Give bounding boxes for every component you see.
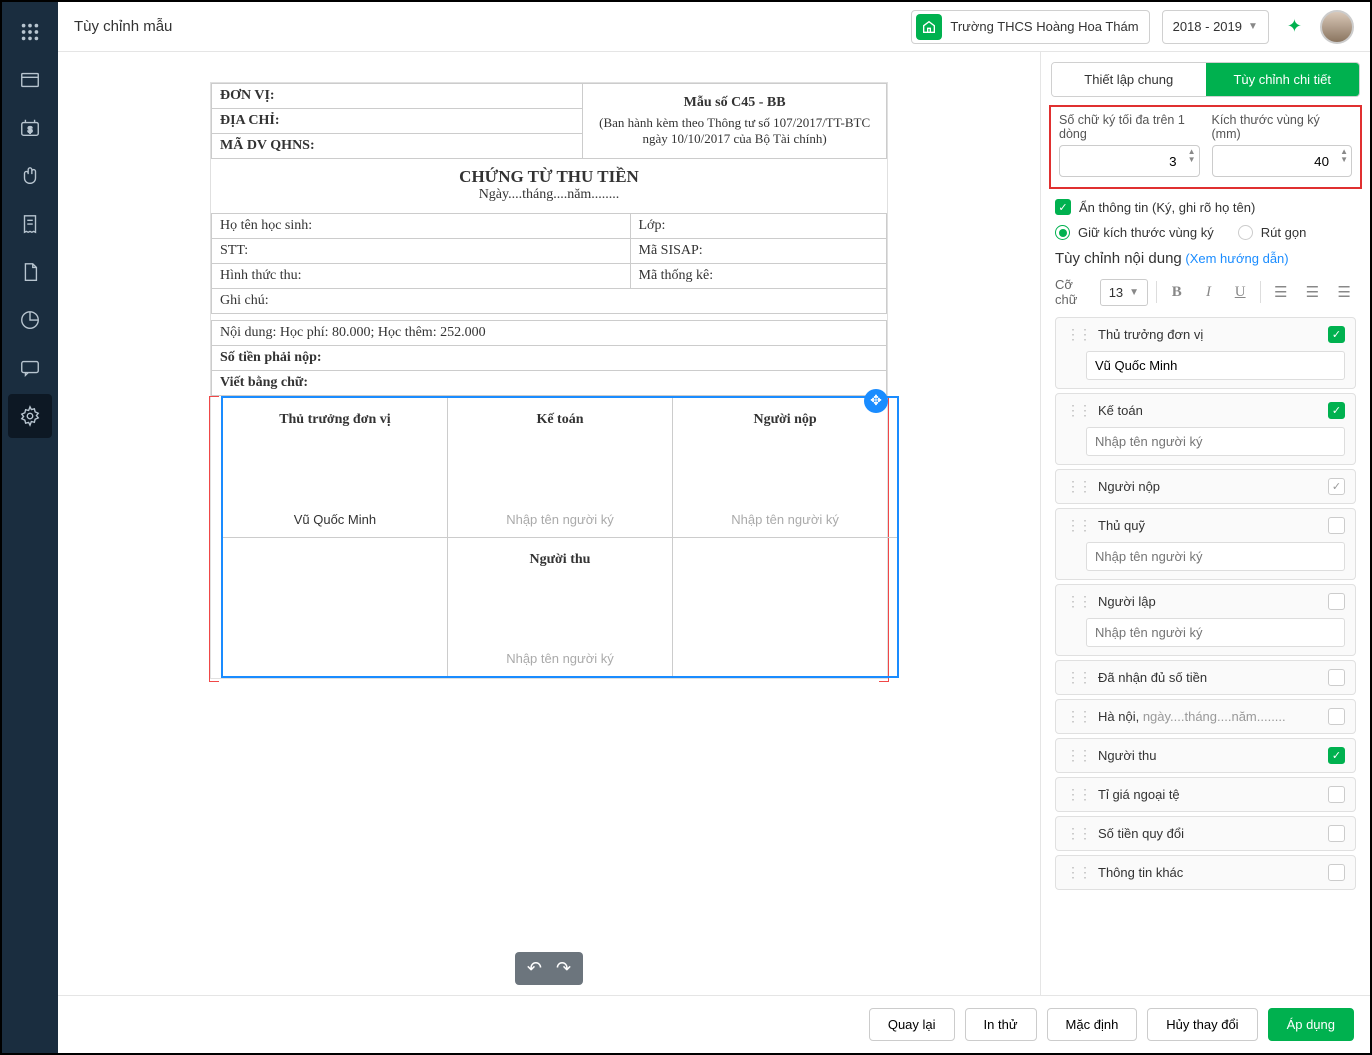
cancel-button[interactable]: Hủy thay đổi [1147, 1008, 1257, 1041]
align-center-button[interactable]: ☰ [1301, 278, 1325, 306]
item-checkbox[interactable] [1328, 517, 1345, 534]
guide-link[interactable]: (Xem hướng dẫn) [1185, 251, 1288, 266]
back-button[interactable]: Quay lại [869, 1008, 955, 1041]
item-checkbox[interactable]: ✓ [1328, 326, 1345, 343]
stepper-icon[interactable]: ▲▼ [1340, 148, 1348, 164]
shrink-radio[interactable] [1238, 225, 1253, 240]
school-icon [916, 14, 942, 40]
left-sidebar: $ [2, 2, 58, 1053]
dashboard-icon[interactable] [8, 58, 52, 102]
signer-name-input[interactable] [1086, 618, 1345, 647]
panel-tabs: Thiết lập chung Tùy chỉnh chi tiết [1051, 62, 1360, 97]
signature-item: ⋮⋮Tỉ giá ngoại tệ [1055, 777, 1356, 812]
signature-block[interactable]: ✥ Thủ trưởng đơn vịVũ Quốc Minh Kế toánN… [210, 396, 888, 678]
signer-name-input[interactable] [1086, 351, 1345, 380]
topbar: Tùy chỉnh mẫu Trường THCS Hoàng Hoa Thám… [58, 2, 1370, 52]
undo-redo-toolbar: ↶ ↷ [515, 952, 583, 985]
document-preview: ĐƠN VỊ: Mẫu số C45 - BB (Ban hành kèm th… [210, 82, 888, 679]
drag-handle-icon[interactable]: ⋮⋮ [1066, 864, 1090, 881]
item-checkbox[interactable]: ✓ [1328, 478, 1345, 495]
chart-icon[interactable] [8, 298, 52, 342]
item-checkbox[interactable]: ✓ [1328, 747, 1345, 764]
item-checkbox[interactable] [1328, 864, 1345, 881]
item-checkbox[interactable]: ✓ [1328, 402, 1345, 419]
drag-handle-icon[interactable]: ⋮⋮ [1066, 402, 1090, 419]
align-right-button[interactable]: ☰ [1332, 278, 1356, 306]
hide-info-checkbox[interactable]: ✓ [1055, 199, 1071, 215]
signer-name-input[interactable] [1086, 542, 1345, 571]
school-selector[interactable]: Trường THCS Hoàng Hoa Thám [911, 10, 1149, 44]
signature-size-input[interactable] [1212, 145, 1353, 177]
settings-icon[interactable] [8, 394, 52, 438]
chat-icon[interactable] [8, 346, 52, 390]
signature-item: ⋮⋮Người lập [1055, 584, 1356, 656]
drag-handle-icon[interactable]: ⋮⋮ [1066, 517, 1090, 534]
undo-icon[interactable]: ↶ [527, 958, 542, 979]
footer: Quay lại In thử Mặc định Hủy thay đổi Áp… [58, 995, 1370, 1053]
highlighted-settings: Số chữ ký tối đa trên 1 dòng ▲▼ Kích thư… [1049, 105, 1362, 189]
chevron-down-icon: ▼ [1248, 21, 1258, 32]
item-checkbox[interactable] [1328, 708, 1345, 725]
side-panel: Thiết lập chung Tùy chỉnh chi tiết Số ch… [1040, 52, 1370, 995]
signature-item: ⋮⋮Người nộp✓ [1055, 469, 1356, 504]
signature-item: ⋮⋮Kế toán✓ [1055, 393, 1356, 465]
receipt-icon[interactable] [8, 202, 52, 246]
apply-button[interactable]: Áp dụng [1268, 1008, 1354, 1041]
max-signatures-input[interactable] [1059, 145, 1200, 177]
move-handle-icon[interactable]: ✥ [864, 389, 888, 413]
drag-handle-icon[interactable]: ⋮⋮ [1066, 825, 1090, 842]
stepper-icon[interactable]: ▲▼ [1188, 148, 1196, 164]
signature-item: ⋮⋮Hà nội, ngày....tháng....năm........ [1055, 699, 1356, 734]
signature-item: ⋮⋮Thông tin khác [1055, 855, 1356, 890]
drag-handle-icon[interactable]: ⋮⋮ [1066, 786, 1090, 803]
doc-icon[interactable] [8, 250, 52, 294]
signer-name-input[interactable] [1086, 427, 1345, 456]
page-title: Tùy chỉnh mẫu [74, 18, 899, 35]
drag-handle-icon[interactable]: ⋮⋮ [1066, 747, 1090, 764]
apps-icon[interactable] [8, 10, 52, 54]
doc-title: CHỨNG TỪ THU TIỀN [211, 159, 887, 187]
default-button[interactable]: Mặc định [1047, 1008, 1138, 1041]
font-size-select[interactable]: 13▼ [1100, 279, 1148, 306]
format-toolbar: Cỡ chữ 13▼ B I U ☰ ☰ ☰ [1055, 277, 1356, 307]
drag-handle-icon[interactable]: ⋮⋮ [1066, 669, 1090, 686]
fee-icon[interactable]: $ [8, 106, 52, 150]
school-name: Trường THCS Hoàng Hoa Thám [950, 19, 1138, 34]
signature-item: ⋮⋮Người thu✓ [1055, 738, 1356, 773]
redo-icon[interactable]: ↷ [556, 958, 571, 979]
tab-detail[interactable]: Tùy chỉnh chi tiết [1206, 63, 1360, 96]
item-checkbox[interactable] [1328, 786, 1345, 803]
signature-item: ⋮⋮Đã nhận đủ số tiền [1055, 660, 1356, 695]
signature-items-list: ⋮⋮Thủ trưởng đơn vị✓⋮⋮Kế toán✓ ⋮⋮Người nộ… [1055, 317, 1356, 890]
tab-general[interactable]: Thiết lập chung [1052, 63, 1206, 96]
hand-icon[interactable] [8, 154, 52, 198]
signature-item: ⋮⋮Thủ trưởng đơn vị✓ [1055, 317, 1356, 389]
item-checkbox[interactable] [1328, 593, 1345, 610]
item-checkbox[interactable] [1328, 825, 1345, 842]
bold-button[interactable]: B [1165, 278, 1189, 306]
keep-size-radio[interactable] [1055, 225, 1070, 240]
svg-text:$: $ [28, 126, 33, 135]
magic-wand-icon[interactable]: ✦ [1281, 16, 1308, 37]
drag-handle-icon[interactable]: ⋮⋮ [1066, 326, 1090, 343]
signature-item: ⋮⋮Thủ quỹ [1055, 508, 1356, 580]
drag-handle-icon[interactable]: ⋮⋮ [1066, 593, 1090, 610]
align-left-button[interactable]: ☰ [1269, 278, 1293, 306]
drag-handle-icon[interactable]: ⋮⋮ [1066, 708, 1090, 725]
print-button[interactable]: In thử [965, 1008, 1037, 1041]
drag-handle-icon[interactable]: ⋮⋮ [1066, 478, 1090, 495]
year-selector[interactable]: 2018 - 2019▼ [1162, 10, 1269, 44]
user-avatar[interactable] [1320, 10, 1354, 44]
italic-button[interactable]: I [1197, 278, 1221, 306]
preview-area: ĐƠN VỊ: Mẫu số C45 - BB (Ban hành kèm th… [58, 52, 1040, 995]
chevron-down-icon: ▼ [1129, 287, 1139, 298]
underline-button[interactable]: U [1228, 278, 1252, 306]
item-checkbox[interactable] [1328, 669, 1345, 686]
signature-item: ⋮⋮Số tiền quy đổi [1055, 816, 1356, 851]
